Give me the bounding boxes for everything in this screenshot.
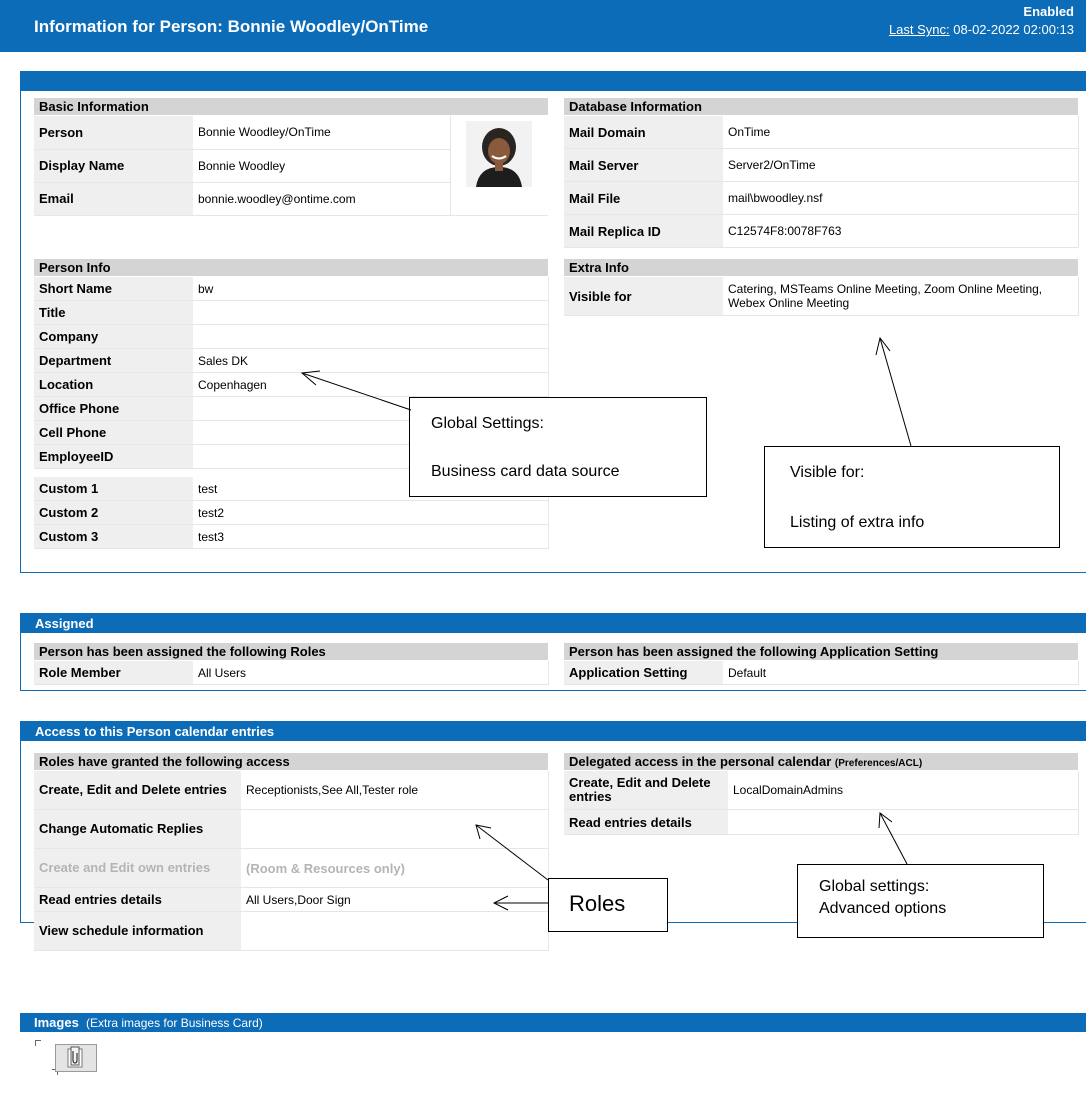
arrow-to-location bbox=[301, 372, 412, 411]
arrow-to-delegated bbox=[879, 812, 908, 865]
arrow-to-visible-for bbox=[879, 337, 912, 447]
arrow-to-visible-for-head bbox=[875, 336, 891, 356]
annotation-arrows bbox=[300, 336, 912, 911]
arrow-to-automatic-replies bbox=[475, 824, 549, 881]
